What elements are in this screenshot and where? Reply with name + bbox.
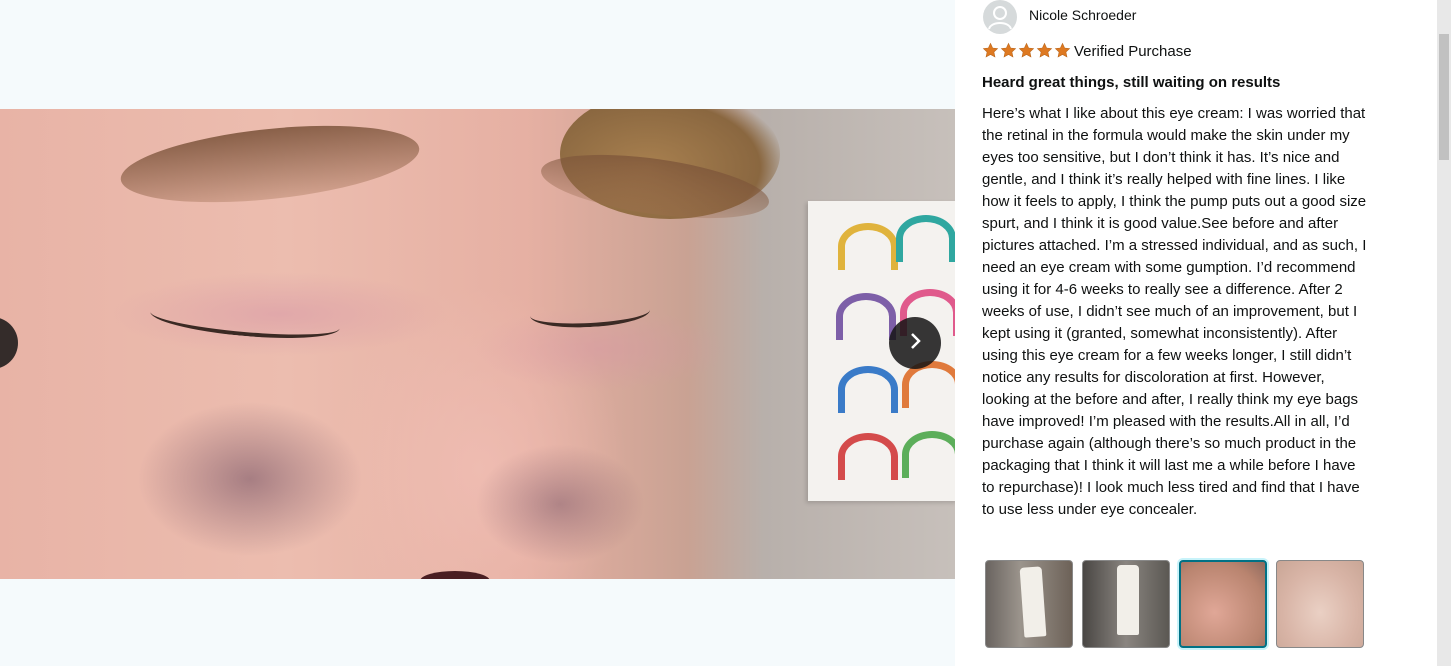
photo-eyebrow-left — [117, 113, 423, 215]
review-photo — [0, 109, 955, 579]
thumbnail-1[interactable] — [985, 560, 1073, 648]
star-icon — [1018, 42, 1035, 59]
review-title: Heard great things, still waiting on res… — [982, 74, 1281, 91]
star-rating — [982, 42, 1071, 59]
chevron-left-icon — [0, 331, 2, 356]
review-body: Here’s what I like about this eye cream:… — [982, 105, 1367, 518]
thumbnail-2[interactable] — [1082, 560, 1170, 648]
thumbnail-3-selected[interactable] — [1179, 560, 1267, 648]
chevron-right-icon — [905, 331, 925, 356]
verified-purchase-badge: Verified Purchase — [1074, 43, 1192, 60]
thumbnail-4[interactable] — [1276, 560, 1364, 648]
next-image-button[interactable] — [889, 317, 941, 369]
scrollbar-thumb[interactable] — [1439, 34, 1449, 160]
star-icon — [1036, 42, 1053, 59]
star-icon — [1054, 42, 1071, 59]
reviewer-name[interactable]: Nicole Schroeder — [1029, 7, 1136, 23]
star-icon — [1000, 42, 1017, 59]
photo-eyelid-right — [529, 295, 651, 331]
star-icon — [982, 42, 999, 59]
photo-nostril — [420, 571, 490, 579]
avatar[interactable] — [983, 0, 1017, 34]
photo-eyelid-left — [148, 295, 342, 345]
image-viewer — [0, 0, 955, 666]
thumbnail-strip — [985, 560, 1364, 648]
